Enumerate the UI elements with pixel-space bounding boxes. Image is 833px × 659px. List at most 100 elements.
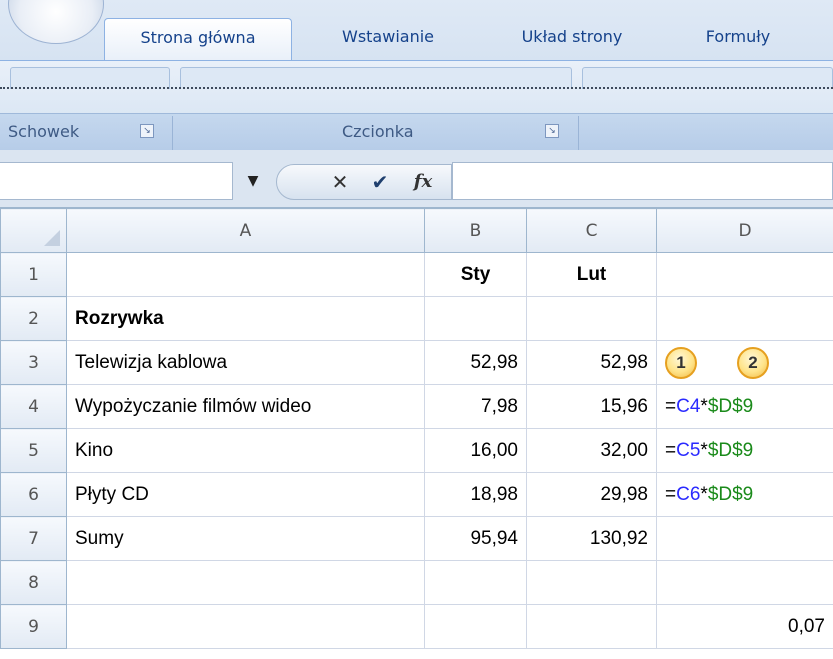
worksheet-grid: A B C D 1 Sty Lut 2 Rozrywka 3 Telewizja… [0, 208, 833, 659]
cell-d5[interactable]: =C5*$D$9 [656, 428, 833, 473]
row-header[interactable]: 3 [0, 340, 67, 385]
ribbon-body: Schowek ↘ Czcionka ↘ [0, 60, 833, 151]
table-row: 5 Kino 16,00 32,00 =C5*$D$9 [0, 428, 833, 473]
ribbon: Strona główna Wstawianie Układ strony Fo… [0, 0, 833, 151]
cell-b6[interactable]: 18,98 [424, 472, 527, 517]
callout-badge-2: 2 [737, 346, 769, 379]
formula-relative-ref: C6 [676, 483, 701, 505]
cell-b4[interactable]: 7,98 [424, 384, 527, 429]
cell-a8[interactable] [66, 560, 425, 605]
row-header[interactable]: 1 [0, 252, 67, 297]
table-row: 2 Rozrywka [0, 296, 833, 341]
cell-c8[interactable] [526, 560, 657, 605]
cell-a7[interactable]: Sumy [66, 516, 425, 561]
formula-relative-ref: C4 [676, 395, 701, 417]
group-label-clipboard: Schowek [8, 122, 80, 141]
formula-equals: = [665, 439, 677, 461]
cell-d7[interactable] [656, 516, 833, 561]
row-header[interactable]: 6 [0, 472, 67, 517]
cancel-icon[interactable]: ✕ [325, 168, 355, 196]
select-all-corner[interactable] [0, 208, 67, 253]
cell-a4[interactable]: Wypożyczanie filmów wideo [66, 384, 425, 429]
tab-page-layout[interactable]: Układ strony [484, 18, 660, 60]
ribbon-tab-strip: Strona główna Wstawianie Układ strony Fo… [0, 0, 833, 60]
column-header-b[interactable]: B [424, 208, 527, 253]
table-row: 9 0,07 [0, 604, 833, 649]
row-header[interactable]: 8 [0, 560, 67, 605]
row-header[interactable]: 5 [0, 428, 67, 473]
group-label-font: Czcionka [342, 122, 414, 141]
cell-d1[interactable] [656, 252, 833, 297]
cell-d8[interactable] [656, 560, 833, 605]
alignment-buttons-frame[interactable] [582, 67, 833, 89]
cell-a6[interactable]: Płyty CD [66, 472, 425, 517]
cell-b7[interactable]: 95,94 [424, 516, 527, 561]
callout-badge-1: 1 [665, 346, 697, 379]
clipboard-buttons-frame[interactable] [10, 67, 170, 89]
cell-a2[interactable]: Rozrywka [66, 296, 425, 341]
formula-absolute-ref: $D$9 [707, 439, 754, 461]
cell-d6[interactable]: =C6*$D$9 [656, 472, 833, 517]
cell-c7[interactable]: 130,92 [526, 516, 657, 561]
formula-equals: = [665, 483, 677, 505]
formula-bar: ▼ ✕ ✔ fx [0, 150, 833, 208]
table-row: 7 Sumy 95,94 130,92 [0, 516, 833, 561]
cell-c2[interactable] [526, 296, 657, 341]
table-row: 4 Wypożyczanie filmów wideo 7,98 15,96 =… [0, 384, 833, 429]
table-row: 8 [0, 560, 833, 605]
worksheet-table: A B C D 1 Sty Lut 2 Rozrywka 3 Telewizja… [0, 208, 833, 649]
column-header-a[interactable]: A [66, 208, 425, 253]
formula-buttons: ✕ ✔ fx [276, 164, 452, 200]
cell-b1[interactable]: Sty [424, 252, 527, 297]
cell-d3[interactable]: 12 [656, 340, 833, 385]
group-divider [578, 116, 579, 150]
cell-c3[interactable]: 52,98 [526, 340, 657, 385]
row-header[interactable]: 2 [0, 296, 67, 341]
group-divider [172, 116, 173, 150]
tab-insert[interactable]: Wstawianie [300, 18, 476, 60]
clipboard-launcher-icon[interactable]: ↘ [140, 124, 154, 138]
column-header-d[interactable]: D [656, 208, 833, 253]
cell-c4[interactable]: 15,96 [526, 384, 657, 429]
column-header-c[interactable]: C [526, 208, 657, 253]
cell-b5[interactable]: 16,00 [424, 428, 527, 473]
font-buttons-frame[interactable] [180, 67, 572, 89]
formula-operator: * [700, 483, 708, 505]
truncation-divider [0, 87, 833, 89]
cell-b3[interactable]: 52,98 [424, 340, 527, 385]
cell-b8[interactable] [424, 560, 527, 605]
formula-input[interactable] [452, 162, 833, 200]
cell-c9[interactable] [526, 604, 657, 649]
table-row: 1 Sty Lut [0, 252, 833, 297]
cell-c5[interactable]: 32,00 [526, 428, 657, 473]
cell-b9[interactable] [424, 604, 527, 649]
row-header[interactable]: 7 [0, 516, 67, 561]
insert-function-icon[interactable]: fx [405, 168, 441, 196]
name-box[interactable] [0, 162, 233, 200]
row-header[interactable]: 4 [0, 384, 67, 429]
enter-check-icon[interactable]: ✔ [365, 168, 395, 196]
table-row: 6 Płyty CD 18,98 29,98 =C6*$D$9 [0, 472, 833, 517]
cell-c6[interactable]: 29,98 [526, 472, 657, 517]
column-header-row: A B C D [0, 208, 833, 253]
cell-a9[interactable] [66, 604, 425, 649]
formula-operator: * [700, 395, 708, 417]
cell-b2[interactable] [424, 296, 527, 341]
cell-d4[interactable]: =C4*$D$9 [656, 384, 833, 429]
ribbon-groups-bar: Schowek ↘ Czcionka ↘ [0, 113, 833, 151]
cell-c1[interactable]: Lut [526, 252, 657, 297]
cell-d9[interactable]: 0,07 [656, 604, 833, 649]
cell-d2[interactable] [656, 296, 833, 341]
name-box-dropdown-icon[interactable]: ▼ [236, 164, 270, 198]
cell-a3[interactable]: Telewizja kablowa [66, 340, 425, 385]
formula-equals: = [665, 395, 677, 417]
table-row: 3 Telewizja kablowa 52,98 52,98 12 [0, 340, 833, 385]
cell-a1[interactable] [66, 252, 425, 297]
tab-formulas[interactable]: Formuły [668, 18, 808, 60]
formula-relative-ref: C5 [676, 439, 701, 461]
cell-a5[interactable]: Kino [66, 428, 425, 473]
font-launcher-icon[interactable]: ↘ [545, 124, 559, 138]
tab-home[interactable]: Strona główna [104, 18, 292, 60]
formula-absolute-ref: $D$9 [707, 395, 754, 417]
row-header[interactable]: 9 [0, 604, 67, 649]
